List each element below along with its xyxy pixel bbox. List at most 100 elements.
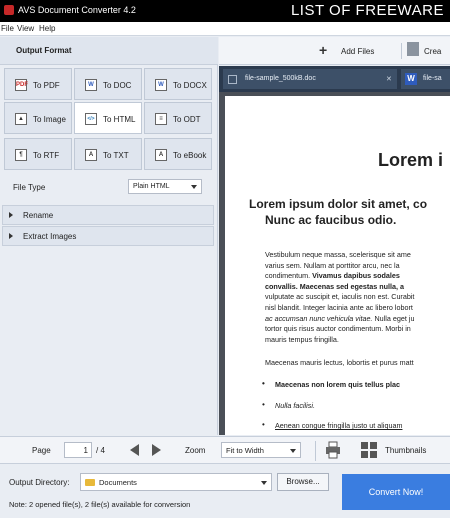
zoom-label: Zoom xyxy=(185,446,206,455)
chevron-down-icon xyxy=(261,481,267,485)
page-label: Page xyxy=(32,446,51,455)
tab-file-sample-2[interactable]: W file-sa xyxy=(401,69,450,89)
preview-controls: Page 1 / 4 Zoom Fit to Width Thumbnails xyxy=(0,436,450,464)
output-directory-select[interactable]: Documents xyxy=(80,473,272,491)
output-directory-label: Output Directory: xyxy=(9,478,70,487)
rename-label: Rename xyxy=(23,211,54,220)
file-type-value: Plain HTML xyxy=(133,183,170,190)
pdf-icon: PDF xyxy=(15,79,28,91)
output-directory-value: Documents xyxy=(99,478,137,487)
doc-bullet: Maecenas non lorem quis tellus plac xyxy=(262,379,400,389)
doc-heading: Lorem ipsum dolor sit amet, co Nunc ac f… xyxy=(249,196,450,228)
doc-line: varius sem. Nullam at porttitor arcu, ne… xyxy=(265,260,400,270)
format-label: To HTML xyxy=(103,115,136,124)
menu-file[interactable]: File xyxy=(1,24,14,33)
odt-icon: ≡ xyxy=(155,113,167,125)
grid-icon xyxy=(228,75,237,84)
chevron-down-icon xyxy=(290,449,296,453)
format-to-ebook-button[interactable]: A To eBook xyxy=(144,138,212,170)
chevron-down-icon xyxy=(191,185,197,189)
format-to-docx-button[interactable]: W To DOCX xyxy=(144,68,212,100)
watermark-brand: LIST OF FREEWARE xyxy=(290,2,444,19)
browse-button[interactable]: Browse... xyxy=(277,473,329,491)
ebook-icon: A xyxy=(155,149,167,161)
format-label: To DOC xyxy=(103,81,132,90)
doc-line: nisl blandit. Integer lacinia ante ac li… xyxy=(265,302,413,312)
format-to-image-button[interactable]: ▲ To Image xyxy=(4,102,72,134)
docx-icon: W xyxy=(155,79,167,91)
previous-page-icon[interactable] xyxy=(130,444,139,456)
zoom-value: Fit to Width xyxy=(226,446,264,455)
window-title: AVS Document Converter 4.2 xyxy=(18,5,136,15)
format-label: To PDF xyxy=(33,81,60,90)
format-to-html-button[interactable]: </> To HTML xyxy=(74,102,142,134)
output-format-title: Output Format xyxy=(16,46,72,55)
menu-bar: File View Help xyxy=(0,22,450,36)
format-label: To eBook xyxy=(173,151,207,160)
output-format-header: Output Format xyxy=(0,37,218,65)
doc-icon: W xyxy=(85,79,97,91)
folder-icon xyxy=(85,479,95,486)
image-icon: ▲ xyxy=(15,113,27,125)
footer: Output Directory: Documents Browse... No… xyxy=(0,465,450,518)
doc-title: Lorem i xyxy=(378,150,444,170)
doc-heading-line: Lorem ipsum dolor sit amet, co xyxy=(249,197,428,211)
doc-bullet: Aenean congue fringilla justo ut aliquam xyxy=(262,420,403,430)
status-note: Note: 2 opened file(s), 2 file(s) availa… xyxy=(9,500,191,509)
tab-label: file-sa xyxy=(423,75,442,82)
format-to-pdf-button[interactable]: PDF To PDF xyxy=(4,68,72,100)
rtf-icon: ¶ xyxy=(15,149,27,161)
tab-file-sample-doc[interactable]: file-sample_500kB.doc ✕ xyxy=(223,69,397,89)
title-bar: AVS Document Converter 4.2 LIST OF FREEW… xyxy=(0,0,450,22)
doc-line: vulputate ac suscipit et, iaculis non es… xyxy=(265,292,415,302)
format-label: To TXT xyxy=(103,151,129,160)
document-tabs: file-sample_500kB.doc ✕ W file-sa xyxy=(219,66,450,92)
file-type-select[interactable]: Plain HTML xyxy=(128,179,202,194)
format-label: To DOCX xyxy=(173,81,207,90)
menu-help[interactable]: Help xyxy=(39,24,55,33)
create-label: Crea xyxy=(424,47,442,56)
doc-heading-line: Nunc ac faucibus odio. xyxy=(265,213,397,227)
toolbar-divider xyxy=(315,441,316,461)
format-to-odt-button[interactable]: ≡ To ODT xyxy=(144,102,212,134)
page-input[interactable]: 1 xyxy=(64,442,92,458)
doc-line: mauris tempus fringilla. xyxy=(265,334,339,344)
format-label: To RTF xyxy=(33,151,60,160)
document-preview[interactable]: Lorem i Lorem ipsum dolor sit amet, co N… xyxy=(219,92,450,435)
rename-section[interactable]: Rename xyxy=(2,205,214,225)
convert-now-button[interactable]: Convert Now! xyxy=(342,474,450,510)
doc-paragraph-2: Maecenas mauris lectus, lobortis et puru… xyxy=(265,358,414,367)
output-format-panel: Output Format PDF To PDF W To DOC W To D… xyxy=(0,37,218,435)
plus-icon: + xyxy=(319,42,328,58)
document-page: Lorem i Lorem ipsum dolor sit amet, co N… xyxy=(225,96,450,435)
create-doc-icon xyxy=(407,42,419,56)
word-icon: W xyxy=(405,73,417,85)
main-toolbar: + Add Files Crea xyxy=(219,37,450,65)
doc-bullet: Nulla facilisi. xyxy=(262,400,315,410)
format-label: To ODT xyxy=(173,115,201,124)
doc-line: ac accumsan nunc vehicula vitae. Nulla e… xyxy=(265,313,415,323)
doc-line: Vestibulum neque massa, scelerisque sit … xyxy=(265,250,411,259)
html-icon: </> xyxy=(85,113,97,125)
thumbnails-label[interactable]: Thumbnails xyxy=(385,446,426,455)
app-icon xyxy=(4,5,14,15)
toolbar-divider xyxy=(401,43,402,59)
next-page-icon[interactable] xyxy=(152,444,161,456)
extract-images-section[interactable]: Extract Images xyxy=(2,226,214,246)
chevron-right-icon xyxy=(9,212,13,218)
doc-line: tortor quis risus auctor condimentum. Mo… xyxy=(265,324,411,334)
add-files-label: Add Files xyxy=(341,47,375,56)
format-to-rtf-button[interactable]: ¶ To RTF xyxy=(4,138,72,170)
chevron-right-icon xyxy=(9,233,13,239)
page-total: / 4 xyxy=(96,446,105,455)
doc-line: condimentum. Vivamus dapibus sodales xyxy=(265,271,400,281)
format-to-txt-button[interactable]: A To TXT xyxy=(74,138,142,170)
format-to-doc-button[interactable]: W To DOC xyxy=(74,68,142,100)
txt-icon: A xyxy=(85,149,97,161)
printer-icon[interactable] xyxy=(324,441,342,459)
menu-view[interactable]: View xyxy=(17,24,34,33)
close-icon[interactable]: ✕ xyxy=(386,75,392,83)
zoom-select[interactable]: Fit to Width xyxy=(221,442,301,458)
doc-paragraph: Vestibulum neque massa, scelerisque sit … xyxy=(265,250,450,345)
thumbnails-icon[interactable] xyxy=(360,441,378,459)
